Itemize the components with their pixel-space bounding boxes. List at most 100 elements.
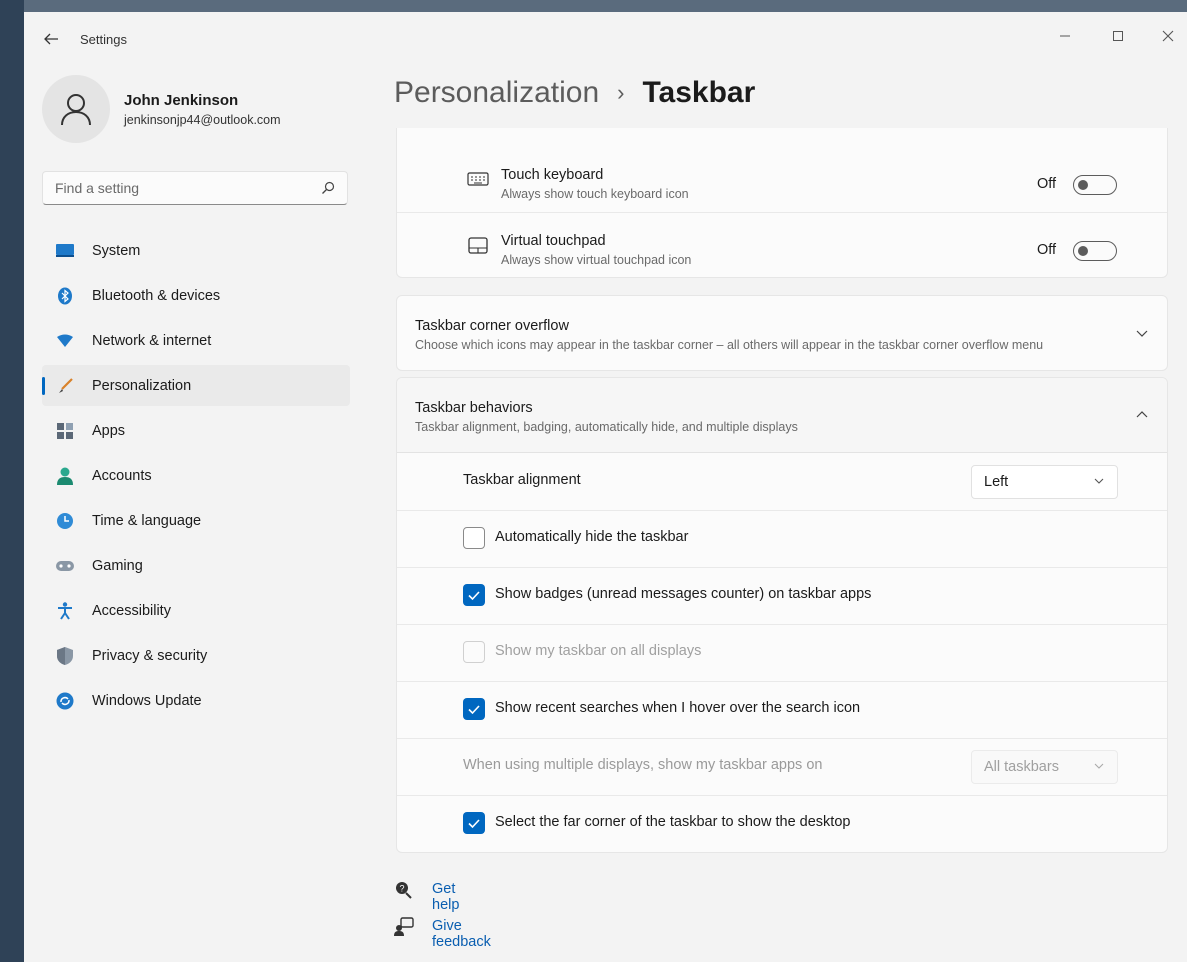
touch-keyboard-subtitle: Always show touch keyboard icon [501,187,689,201]
all-displays-label: Show my taskbar on all displays [495,643,702,659]
gamepad-icon [56,557,74,575]
sidebar-item-label: Accounts [92,467,152,484]
dropdown-value: All taskbars [984,759,1059,775]
system-tray-icons-card: Touch keyboard Always show touch keyboar… [396,128,1168,278]
help-icon: ? [396,882,412,899]
user-name: John Jenkinson [124,92,239,109]
badges-label[interactable]: Show badges (unread messages counter) on… [495,586,871,602]
sidebar-item-label: Network & internet [92,332,212,349]
sidebar-item-windows-update[interactable]: Windows Update [42,680,350,721]
recent-searches-label[interactable]: Show recent searches when I hover over t… [495,700,860,716]
svg-text:?: ? [400,884,405,894]
auto-hide-row: Automatically hide the taskbar [397,510,1167,568]
sidebar-item-accounts[interactable]: Accounts [42,455,350,496]
auto-hide-label[interactable]: Automatically hide the taskbar [495,529,688,545]
far-corner-row: Select the far corner of the taskbar to … [397,795,1167,852]
breadcrumb: Personalization › Taskbar [394,76,755,110]
chevron-down-icon[interactable] [1135,328,1149,338]
page-title: Taskbar [642,76,756,109]
maximize-button[interactable] [1095,20,1141,52]
behaviors-title: Taskbar behaviors [415,400,533,416]
update-icon [56,692,74,710]
search-icon[interactable] [321,181,335,195]
chevron-down-icon [1094,763,1104,769]
sidebar-item-label: Windows Update [92,692,202,709]
sidebar-item-apps[interactable]: Apps [42,410,350,451]
taskbar-alignment-label: Taskbar alignment [463,472,581,488]
touchpad-icon [468,237,488,254]
apps-icon [56,422,74,440]
breadcrumb-parent[interactable]: Personalization [394,76,599,110]
search-input[interactable] [53,179,307,197]
active-indicator [42,377,45,395]
virtual-touchpad-title: Virtual touchpad [501,233,606,249]
sidebar-item-gaming[interactable]: Gaming [42,545,350,586]
multi-display-label: When using multiple displays, show my ta… [463,757,823,773]
sidebar-item-system[interactable]: System [42,230,350,271]
chevron-down-icon [1094,478,1104,484]
globe-clock-icon [56,512,74,530]
multi-display-row: When using multiple displays, show my ta… [397,738,1167,796]
toggle-knob [1078,246,1088,256]
minimize-icon [1060,35,1070,37]
virtual-touchpad-toggle[interactable] [1073,241,1117,261]
taskbar-behaviors-card: Taskbar behaviors Taskbar alignment, bad… [396,377,1168,853]
dropdown-value: Left [984,474,1009,490]
taskbar-behaviors-header[interactable]: Taskbar behaviors Taskbar alignment, bad… [397,378,1167,453]
sidebar-item-label: Time & language [92,512,202,529]
settings-window: Settings John Jenkinson jenkinsonjp44@ou… [24,12,1187,962]
taskbar-alignment-dropdown[interactable]: Left [971,465,1118,499]
sidebar-item-network[interactable]: Network & internet [42,320,350,361]
chevron-up-icon[interactable] [1135,410,1149,420]
maximize-icon [1113,31,1123,41]
taskbar-corner-overflow-card[interactable]: Taskbar corner overflow Choose which ico… [396,295,1168,371]
sidebar-nav: System Bluetooth & devices Network & int… [42,230,350,725]
back-arrow-icon [44,33,58,45]
sidebar-item-label: Bluetooth & devices [92,287,221,304]
sidebar-item-privacy-security[interactable]: Privacy & security [42,635,350,676]
behaviors-subtitle: Taskbar alignment, badging, automaticall… [415,420,798,434]
checkmark-icon [468,705,480,715]
multi-display-dropdown: All taskbars [971,750,1118,784]
feedback-icon [394,917,414,936]
avatar[interactable] [42,75,110,143]
person-icon [61,94,91,126]
far-corner-checkbox[interactable] [463,812,485,834]
sidebar-item-accessibility[interactable]: Accessibility [42,590,350,631]
sidebar-item-label: Personalization [92,377,192,394]
get-help-text[interactable]: Get help [432,881,459,913]
breadcrumb-separator: › [617,80,625,105]
give-feedback-text[interactable]: Give feedback [432,918,491,950]
taskbar-alignment-row: Taskbar alignment Left [397,453,1167,511]
close-button[interactable] [1145,20,1187,52]
toggle-knob [1078,180,1088,190]
sidebar-item-time-language[interactable]: Time & language [42,500,350,541]
settings-content[interactable]: Touch keyboard Always show touch keyboar… [394,128,1170,962]
corner-overflow-subtitle: Choose which icons may appear in the tas… [415,338,1044,352]
sidebar-item-label: Gaming [92,557,143,574]
sidebar-item-label: Privacy & security [92,647,208,664]
recent-searches-row: Show recent searches when I hover over t… [397,681,1167,739]
sidebar-item-bluetooth[interactable]: Bluetooth & devices [42,275,350,316]
keyboard-icon [467,172,489,186]
close-icon [1162,30,1174,42]
badges-checkbox[interactable] [463,584,485,606]
checkmark-icon [468,591,480,601]
virtual-touchpad-state: Off [1037,242,1057,258]
all-displays-checkbox [463,641,485,663]
touch-keyboard-title: Touch keyboard [501,167,604,183]
far-corner-label[interactable]: Select the far corner of the taskbar to … [495,814,850,830]
virtual-touchpad-row: Virtual touchpad Always show virtual tou… [397,213,1167,279]
badges-row: Show badges (unread messages counter) on… [397,567,1167,625]
back-button[interactable] [38,26,64,52]
touch-keyboard-toggle[interactable] [1073,175,1117,195]
minimize-button[interactable] [1042,20,1088,52]
search-box[interactable] [42,171,348,205]
recent-searches-checkbox[interactable] [463,698,485,720]
user-email: jenkinsonjp44@outlook.com [124,113,281,127]
sidebar-item-label: Accessibility [92,602,171,619]
auto-hide-checkbox[interactable] [463,527,485,549]
brush-icon [56,377,74,395]
shield-icon [56,647,74,665]
sidebar-item-personalization[interactable]: Personalization [42,365,350,406]
